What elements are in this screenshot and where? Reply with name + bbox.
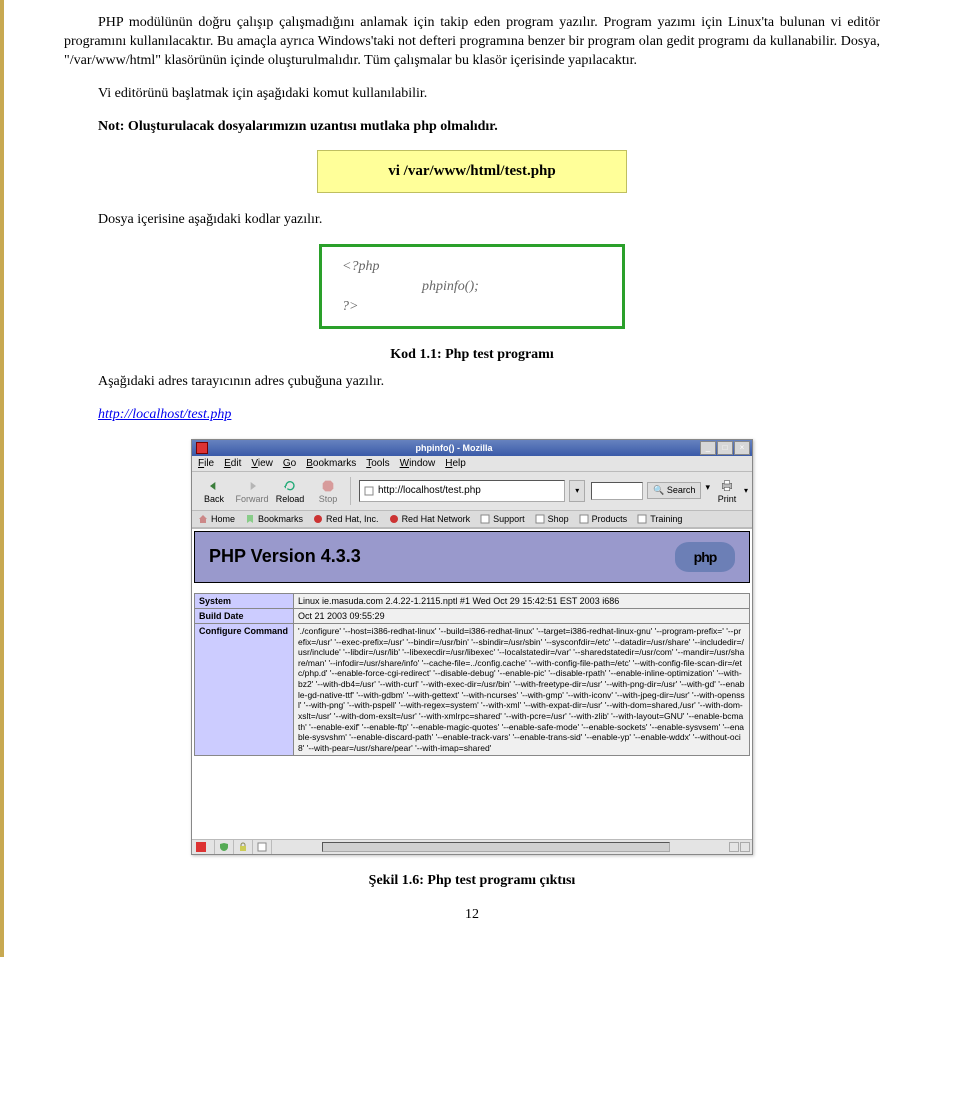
print-button[interactable]: Print (712, 478, 742, 504)
search-box: 🔍 Search ▾ (591, 482, 710, 500)
rhn-icon (389, 514, 399, 524)
vi-command-box: vi /var/www/html/test.php (317, 150, 627, 193)
code-line-3: ?> (342, 297, 602, 317)
bm-support[interactable]: Support (480, 514, 525, 524)
bm-home[interactable]: Home (198, 514, 235, 524)
td-configure: './configure' '--host=i386-redhat-linux'… (294, 623, 750, 756)
window-title: phpinfo() - Mozilla (208, 443, 700, 453)
status-shield-cell (215, 840, 234, 854)
redhat-icon (313, 514, 323, 524)
shop-icon (535, 514, 545, 524)
intro-paragraph: PHP modülünün doğru çalışıp çalışmadığın… (64, 14, 880, 71)
bm-bookmarks[interactable]: Bookmarks (245, 514, 303, 524)
phpinfo-header: PHP Version 4.3.3 php (194, 531, 750, 583)
code-line-2: phpinfo(); (342, 277, 602, 297)
maximize-button[interactable]: □ (717, 441, 733, 455)
menu-view[interactable]: View (251, 458, 273, 469)
reload-button[interactable]: Reload (272, 478, 308, 504)
page-content: PHP Version 4.3.3 php SystemLinux ie.mas… (192, 528, 752, 839)
menu-edit[interactable]: Edit (224, 458, 241, 469)
moz-icon (196, 842, 206, 852)
php-logo: php (675, 542, 735, 572)
menu-bookmarks[interactable]: Bookmarks (306, 458, 356, 469)
menu-go[interactable]: Go (283, 458, 296, 469)
status-page-cell (253, 840, 272, 854)
close-button[interactable]: × (734, 441, 750, 455)
toolbar-separator (350, 477, 351, 505)
th-configure: Configure Command (195, 623, 294, 756)
nav-toolbar: Back Forward Reload Stop http://localhos… (192, 472, 752, 511)
statusbar (192, 839, 752, 854)
localhost-link[interactable]: http://localhost/test.php (98, 407, 231, 422)
td-build: Oct 21 2003 09:55:29 (294, 608, 750, 623)
menu-tools[interactable]: Tools (366, 458, 389, 469)
status-lock-cell (234, 840, 253, 854)
home-icon (198, 514, 208, 524)
url-dropdown[interactable]: ▾ (569, 480, 585, 502)
support-icon (480, 514, 490, 524)
menu-help[interactable]: Help (445, 458, 466, 469)
minimize-button[interactable]: _ (700, 441, 716, 455)
php-code-box: <?php phpinfo(); ?> (319, 244, 625, 329)
test-url-link: http://localhost/test.php (64, 406, 880, 425)
file-content-paragraph: Dosya içerisine aşağıdaki kodlar yazılır… (64, 211, 880, 230)
bm-shop[interactable]: Shop (535, 514, 569, 524)
print-icon (719, 478, 735, 494)
figure-caption: Şekil 1.6: Php test programı çıktısı (64, 873, 880, 889)
resize-grip[interactable] (720, 842, 752, 852)
print-drop[interactable]: ▾ (744, 486, 748, 495)
page-number: 12 (64, 907, 880, 923)
status-icon-cell (192, 840, 215, 854)
bm-products[interactable]: Products (579, 514, 628, 524)
back-icon (206, 478, 222, 494)
page2-icon (257, 842, 267, 852)
stop-button[interactable]: Stop (310, 478, 346, 504)
td-system: Linux ie.masuda.com 2.4.22-1.2115.nptl #… (294, 593, 750, 608)
code-caption: Kod 1.1: Php test programı (64, 347, 880, 363)
bm-rhn[interactable]: Red Hat Network (389, 514, 471, 524)
code-line-1: <?php (342, 257, 602, 277)
url-box: http://localhost/test.php ▾ (359, 480, 585, 502)
products-icon (579, 514, 589, 524)
bookmarks-bar: Home Bookmarks Red Hat, Inc. Red Hat Net… (192, 511, 752, 528)
menu-file[interactable]: File (198, 458, 214, 469)
search-dropdown[interactable]: ▾ (705, 482, 710, 500)
stop-icon (320, 478, 336, 494)
bookmark-icon (245, 514, 255, 524)
reload-icon (282, 478, 298, 494)
php-version: PHP Version 4.3.3 (209, 546, 361, 567)
th-system: System (195, 593, 294, 608)
menu-window[interactable]: Window (400, 458, 436, 469)
browser-titlebar: phpinfo() - Mozilla _ □ × (192, 440, 752, 456)
browser-window: phpinfo() - Mozilla _ □ × File Edit View… (191, 439, 753, 855)
search-button[interactable]: 🔍 Search (647, 482, 701, 499)
lock-icon (238, 842, 248, 852)
url-input[interactable]: http://localhost/test.php (359, 480, 565, 502)
menubar: File Edit View Go Bookmarks Tools Window… (192, 456, 752, 472)
bm-redhat[interactable]: Red Hat, Inc. (313, 514, 379, 524)
bm-training[interactable]: Training (637, 514, 682, 524)
mozilla-icon (196, 442, 208, 454)
training-icon (637, 514, 647, 524)
vi-start-paragraph: Vi editörünü başlatmak için aşağıdaki ko… (64, 85, 880, 104)
forward-icon (244, 478, 260, 494)
search-input[interactable] (591, 482, 643, 500)
forward-button[interactable]: Forward (234, 478, 270, 504)
php-ext-note: Not: Oluşturulacak dosyalarımızın uzantı… (64, 118, 880, 137)
shield-icon (219, 842, 229, 852)
phpinfo-table: SystemLinux ie.masuda.com 2.4.22-1.2115.… (194, 593, 750, 757)
browser-url-paragraph: Aşağıdaki adres tarayıcının adres çubuğu… (64, 373, 880, 392)
back-button[interactable]: Back (196, 478, 232, 504)
page-icon (364, 486, 374, 496)
progress-bar (322, 842, 670, 852)
th-build: Build Date (195, 608, 294, 623)
